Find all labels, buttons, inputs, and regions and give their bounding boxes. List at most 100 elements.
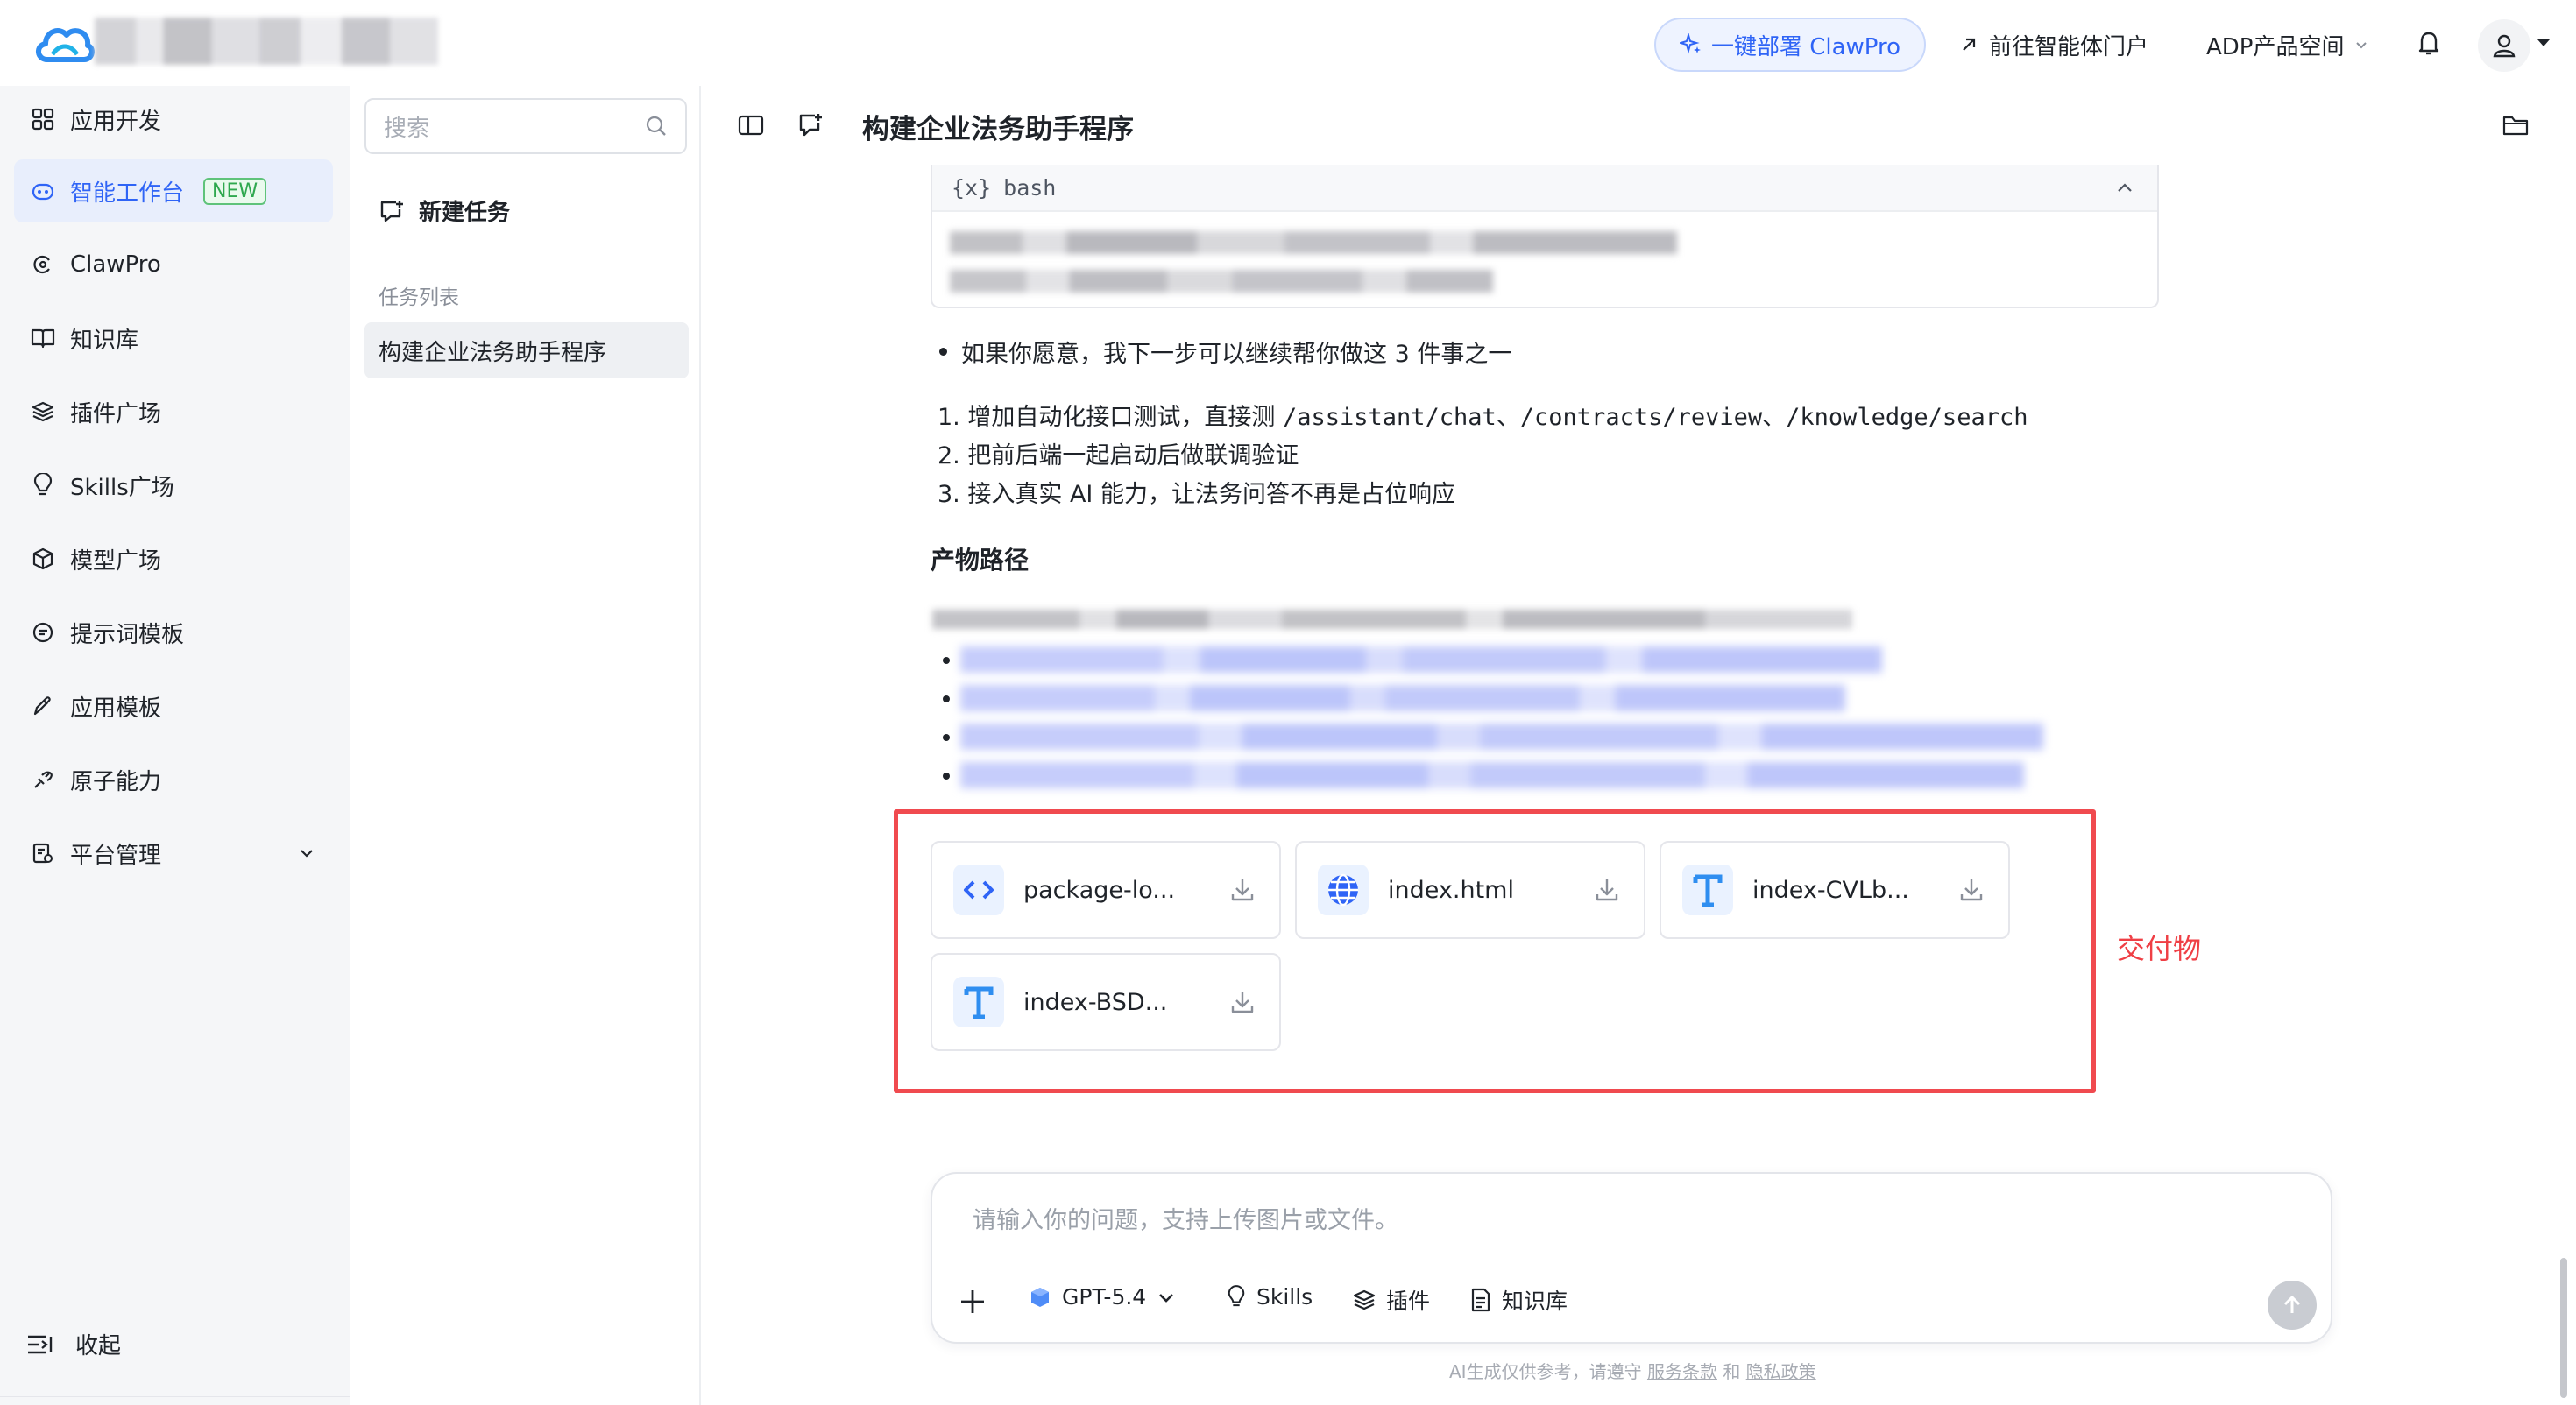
arrow-up-icon — [2281, 1294, 2304, 1317]
task-list-item[interactable]: 构建企业法务助手程序 — [364, 322, 689, 378]
panel-toggle-icon[interactable] — [738, 114, 764, 137]
sidebar-item-workbench[interactable]: 智能工作台 NEW — [14, 159, 333, 222]
admin-icon — [30, 840, 56, 866]
agent-portal-link[interactable]: 前往智能体门户 — [1959, 25, 2148, 65]
code-language: bash — [1003, 174, 1057, 201]
sidebar-item-label: 知识库 — [70, 327, 139, 354]
sparkle-icon — [1679, 33, 1702, 56]
task-list-label: 任务列表 — [379, 286, 459, 309]
download-icon[interactable] — [1228, 988, 1258, 1016]
file-card[interactable]: index-BSD... — [931, 953, 1281, 1051]
file-card[interactable]: index.html — [1295, 841, 1645, 939]
sidebar-item-models[interactable]: 模型广场 — [14, 527, 333, 590]
step-item: 2. 把前后端一起启动后做联调验证 — [938, 436, 1299, 470]
search-placeholder: 搜索 — [384, 115, 430, 142]
grid-icon — [30, 106, 56, 132]
cube-icon — [30, 546, 56, 572]
brand-name-redacted — [95, 18, 438, 65]
ai-disclaimer: AI生成仅供参考，请遵守 服务条款 和 隐私政策 — [1449, 1358, 1816, 1383]
download-icon[interactable] — [1593, 876, 1623, 904]
step-number: 1. — [938, 404, 960, 431]
claw-icon — [30, 251, 56, 278]
code-block-header[interactable]: {x} bash — [932, 165, 2157, 212]
artifact-link-redacted[interactable] — [960, 646, 1882, 673]
file-name: package-lo... — [1023, 876, 1176, 904]
top-bar: 一键部署 ClawPro 前往智能体门户 ADP产品空间 — [0, 0, 2576, 86]
disclaimer-and: 和 — [1723, 1361, 1741, 1382]
product-space-dropdown[interactable]: ADP产品空间 — [2206, 25, 2369, 65]
sidebar-item-platform-admin[interactable]: 平台管理 — [14, 822, 333, 885]
sidebar-item-app-dev[interactable]: 应用开发 — [14, 88, 333, 151]
model-selector[interactable]: GPT-5.4 — [1029, 1284, 1176, 1310]
chat-main: 构建企业法务助手程序 {x} bash 如果你愿意，我下一步可以继续帮你做这 3… — [701, 86, 2576, 1405]
offer-text: 如果你愿意，我下一步可以继续帮你做这 3 件事之一 — [961, 341, 1512, 368]
plugins-button[interactable]: 插件 — [1353, 1284, 1430, 1316]
artifact-link-redacted[interactable] — [960, 762, 2024, 788]
code-line-redacted — [950, 270, 1493, 293]
step-number: 2. — [938, 442, 960, 470]
layers-icon — [1353, 1289, 1376, 1311]
bullet-dot — [943, 695, 950, 702]
sidebar-item-skills[interactable]: Skills广场 — [14, 454, 333, 517]
privacy-link[interactable]: 隐私政策 — [1746, 1361, 1816, 1382]
sidebar-item-knowledge[interactable]: 知识库 — [14, 307, 333, 370]
artifact-link-redacted[interactable] — [960, 685, 1845, 711]
model-label: GPT-5.4 — [1062, 1284, 1147, 1310]
main-sidebar: 应用开发 智能工作台 NEW ClawPro 知识库 插件广场 Skills广场… — [0, 86, 350, 1405]
task-search-input[interactable]: 搜索 — [364, 98, 687, 154]
skills-button[interactable]: Skills — [1227, 1284, 1313, 1310]
new-task-button[interactable]: 新建任务 — [379, 194, 510, 227]
arrow-up-right-icon — [1959, 35, 1978, 54]
new-chat-icon — [379, 199, 405, 223]
avatar[interactable] — [2478, 19, 2530, 72]
file-card[interactable]: package-lo... — [931, 841, 1281, 939]
book-icon — [30, 325, 56, 351]
sidebar-item-label: 提示词模板 — [70, 621, 185, 648]
send-button[interactable] — [2268, 1281, 2317, 1330]
sidebar-item-app-templates[interactable]: 应用模板 — [14, 674, 333, 738]
download-icon[interactable] — [1228, 876, 1258, 904]
new-chat-icon[interactable] — [797, 112, 824, 138]
scrollbar[interactable] — [2560, 1258, 2567, 1398]
step-text: 增加自动化接口测试，直接测 — [967, 404, 1283, 431]
document-icon — [1470, 1288, 1491, 1312]
task-item-label: 构建企业法务助手程序 — [379, 339, 607, 366]
bullet-dot — [939, 348, 947, 356]
bell-icon[interactable] — [2415, 28, 2443, 58]
bullet-dot — [943, 773, 950, 780]
artifact-link-redacted[interactable] — [960, 724, 2043, 750]
bulb-icon — [30, 472, 56, 498]
knowledge-button[interactable]: 知识库 — [1470, 1284, 1568, 1316]
terms-link[interactable]: 服务条款 — [1647, 1361, 1717, 1382]
folder-icon[interactable] — [2502, 114, 2529, 137]
download-icon[interactable] — [1957, 876, 1987, 904]
file-name: index.html — [1388, 876, 1514, 904]
sidebar-item-clawpro[interactable]: ClawPro — [14, 233, 333, 296]
caret-down-icon[interactable] — [2536, 37, 2551, 49]
plus-icon[interactable] — [959, 1288, 987, 1316]
portal-label: 前往智能体门户 — [1989, 33, 2149, 60]
sidebar-item-label: 应用开发 — [70, 108, 162, 135]
deliverables-annotation: 交付物 — [2117, 932, 2202, 965]
code-file-icon — [953, 865, 1004, 915]
sidebar-item-label: 智能工作台 — [70, 180, 185, 207]
step-text: 把前后端一起启动后做联调验证 — [967, 442, 1299, 470]
bullet-dot — [943, 657, 950, 664]
file-card[interactable]: index-CVLb... — [1660, 841, 2010, 939]
sidebar-item-label: 模型广场 — [70, 547, 162, 575]
bullet-dot — [943, 734, 950, 741]
layers-icon — [30, 399, 56, 425]
robot-icon — [30, 178, 56, 204]
chat-icon — [30, 619, 56, 646]
sidebar-item-plugins[interactable]: 插件广场 — [14, 380, 333, 443]
sidebar-divider — [0, 1396, 350, 1397]
chevron-down-icon — [2353, 37, 2369, 53]
sidebar-item-atomic[interactable]: 原子能力 — [14, 748, 333, 811]
sidebar-item-prompts[interactable]: 提示词模板 — [14, 601, 333, 664]
collapse-sidebar-button[interactable]: 收起 — [26, 1328, 121, 1360]
cloud-logo-icon[interactable] — [33, 19, 96, 68]
message-input[interactable] — [973, 1207, 2199, 1234]
deploy-clawpro-button[interactable]: 一键部署 ClawPro — [1654, 18, 1926, 72]
chevron-up-icon[interactable] — [2115, 179, 2134, 198]
code-line-redacted — [950, 231, 1677, 254]
